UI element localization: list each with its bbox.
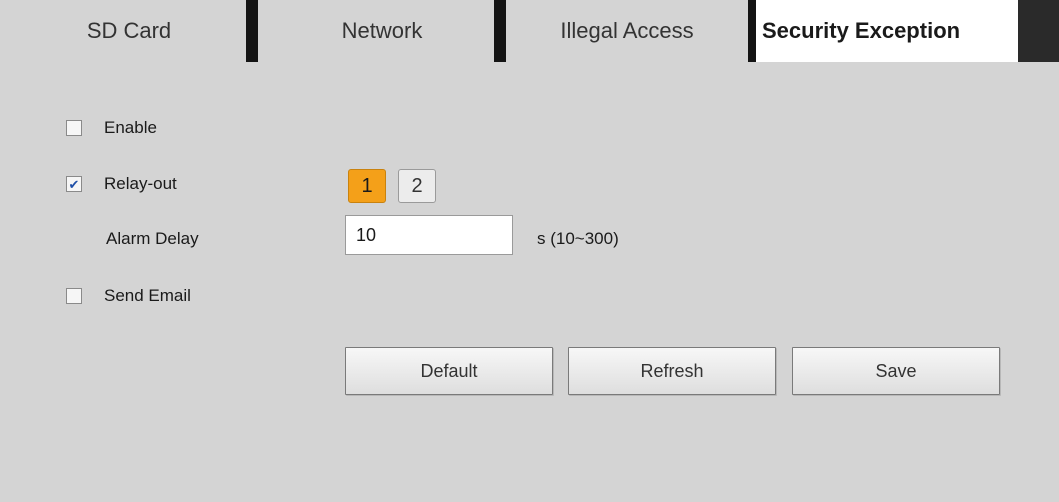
send-email-row: Send Email — [66, 286, 191, 306]
tab-security-exception[interactable]: Security Exception — [748, 0, 1018, 62]
alarm-delay-input[interactable] — [345, 215, 513, 255]
relay-out-checkbox[interactable]: ✔ — [66, 176, 82, 192]
tab-separator — [748, 0, 756, 62]
enable-row: Enable — [66, 118, 157, 138]
enable-checkbox[interactable] — [66, 120, 82, 136]
save-button[interactable]: Save — [792, 347, 1000, 395]
tab-separator — [246, 0, 258, 62]
relay-channel-2-button[interactable]: 2 — [398, 169, 436, 203]
tab-bar: SD Card Network Illegal Access Security … — [0, 0, 1059, 66]
relay-channel-label: 2 — [411, 174, 423, 197]
tab-sd-card[interactable]: SD Card — [0, 0, 258, 62]
tab-bar-end — [1018, 0, 1059, 62]
alarm-delay-unit: s (10~300) — [537, 229, 619, 248]
save-button-label: Save — [875, 360, 917, 381]
tab-illegal-access[interactable]: Illegal Access — [506, 0, 748, 62]
tab-network[interactable]: Network — [258, 0, 506, 62]
tab-label: Security Exception — [762, 18, 961, 43]
enable-label: Enable — [104, 118, 157, 137]
tab-separator — [494, 0, 506, 62]
default-button-label: Default — [420, 360, 478, 381]
relay-out-label: Relay-out — [104, 174, 177, 193]
default-button[interactable]: Default — [345, 347, 553, 395]
refresh-button[interactable]: Refresh — [568, 347, 776, 395]
tab-label: SD Card — [86, 18, 172, 43]
tab-label: Illegal Access — [560, 18, 694, 43]
relay-out-row: ✔ Relay-out — [66, 174, 177, 194]
tab-label: Network — [341, 18, 423, 43]
relay-channel-1-button[interactable]: 1 — [348, 169, 386, 203]
send-email-label: Send Email — [104, 286, 191, 305]
check-icon: ✔ — [68, 176, 80, 192]
send-email-checkbox[interactable] — [66, 288, 82, 304]
alarm-delay-label: Alarm Delay — [106, 229, 199, 248]
refresh-button-label: Refresh — [640, 360, 704, 381]
relay-channel-label: 1 — [361, 174, 373, 197]
